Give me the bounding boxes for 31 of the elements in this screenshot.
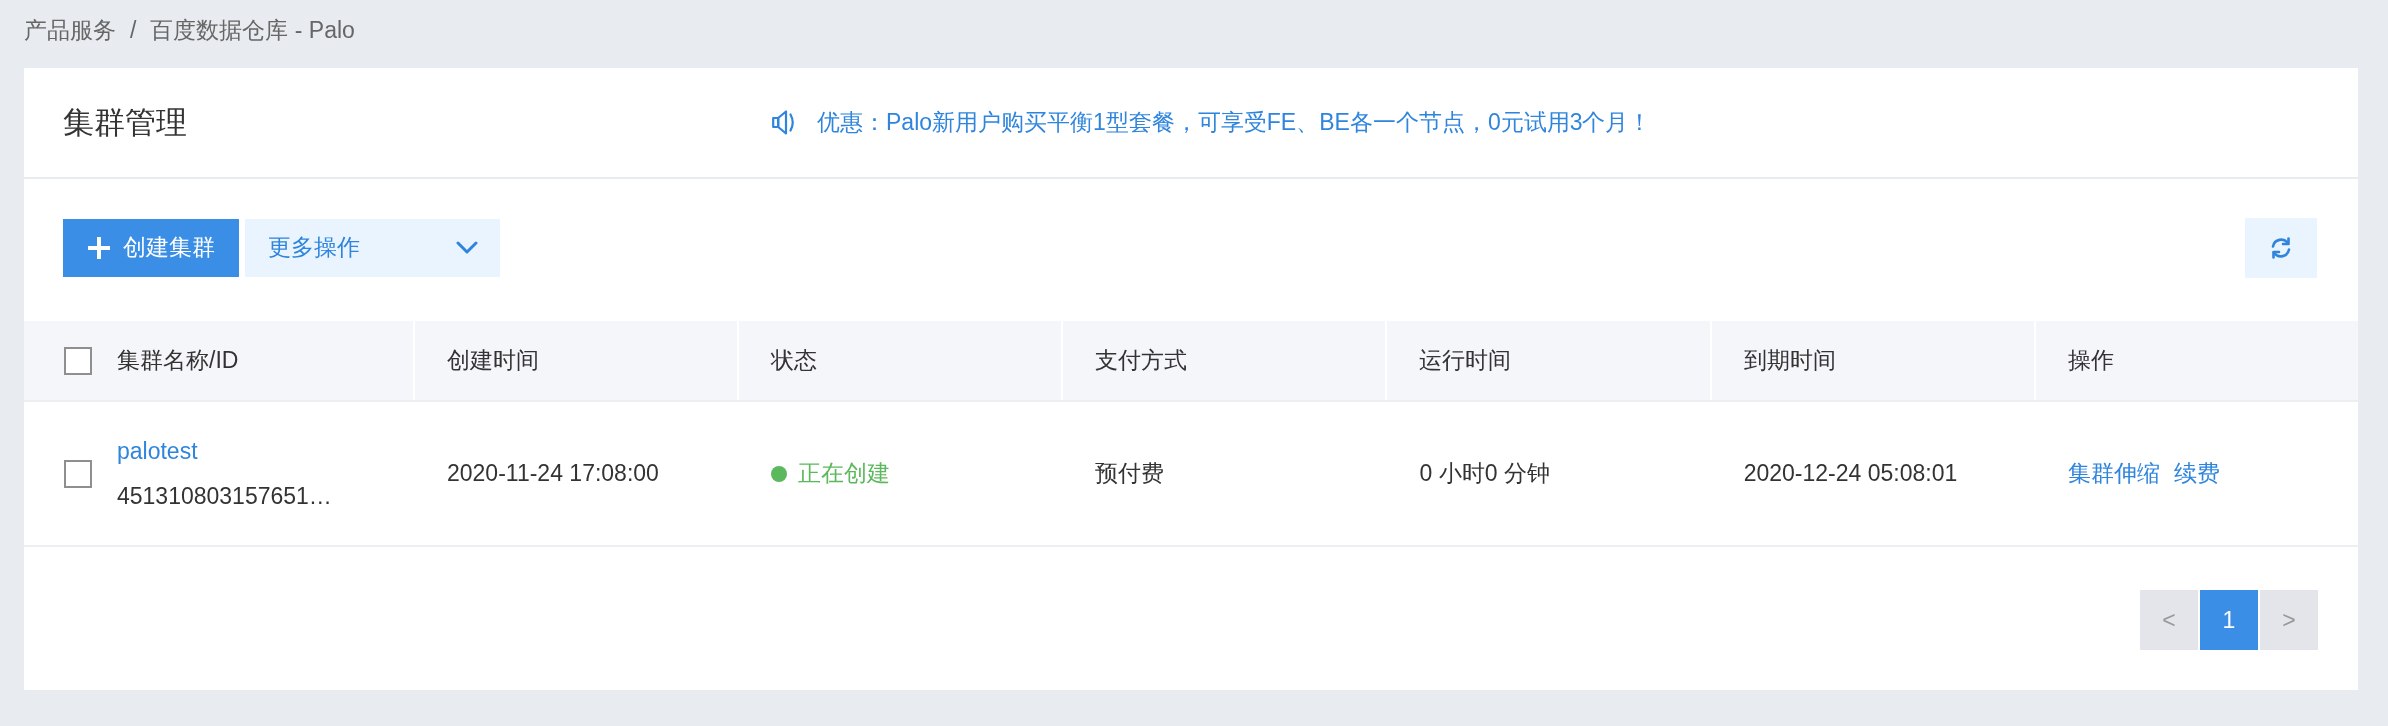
column-header: 创建时间: [447, 346, 539, 375]
plus-icon: [87, 235, 111, 260]
breadcrumb-link[interactable]: 产品服务: [24, 14, 116, 46]
create-cluster-button[interactable]: 创建集群: [63, 218, 239, 277]
action-link[interactable]: 集群伸缩: [2067, 458, 2160, 489]
table-cell: 2020-12-24 05:08:01: [1743, 460, 1958, 487]
table-cell-text: 0 小时0 分钟: [1419, 459, 1550, 488]
column-header: 状态: [771, 346, 818, 375]
promo-notice: 优惠：Palo新用户购买平衡1型套餐，可享受FE、BE各一个节点，0元试用3个月！: [817, 108, 1652, 137]
breadcrumb-separator: /: [130, 16, 137, 44]
cluster-id: 451310803157651…: [117, 482, 332, 510]
page-button[interactable]: 1: [2200, 590, 2258, 650]
refresh-icon: [2269, 235, 2293, 260]
column-header: 到期时间: [1743, 346, 1836, 375]
column-header: 运行时间: [1419, 346, 1512, 375]
cluster-name-link[interactable]: palotest: [117, 437, 198, 465]
column-header: 操作: [2067, 346, 2114, 375]
action-link[interactable]: 续费: [2173, 458, 2220, 489]
more-actions-dropdown[interactable]: 更多操作: [245, 218, 500, 277]
column-header: 支付方式: [1095, 346, 1188, 375]
column-header: 集群名称/ID: [117, 346, 239, 375]
select-all-checkbox[interactable]: [64, 346, 92, 375]
table-cell-text: 预付费: [1095, 459, 1165, 488]
table-cell: 2020-11-24 17:08:00: [447, 460, 659, 487]
refresh-button[interactable]: [2245, 217, 2317, 278]
chevron-down-icon: [456, 241, 478, 254]
status-label: 正在创建: [798, 459, 891, 488]
speaker-icon: [772, 109, 796, 136]
page-title: 集群管理: [63, 103, 187, 142]
breadcrumb-current: 百度数据仓库 - Palo: [150, 15, 355, 45]
row-checkbox[interactable]: [64, 459, 92, 488]
